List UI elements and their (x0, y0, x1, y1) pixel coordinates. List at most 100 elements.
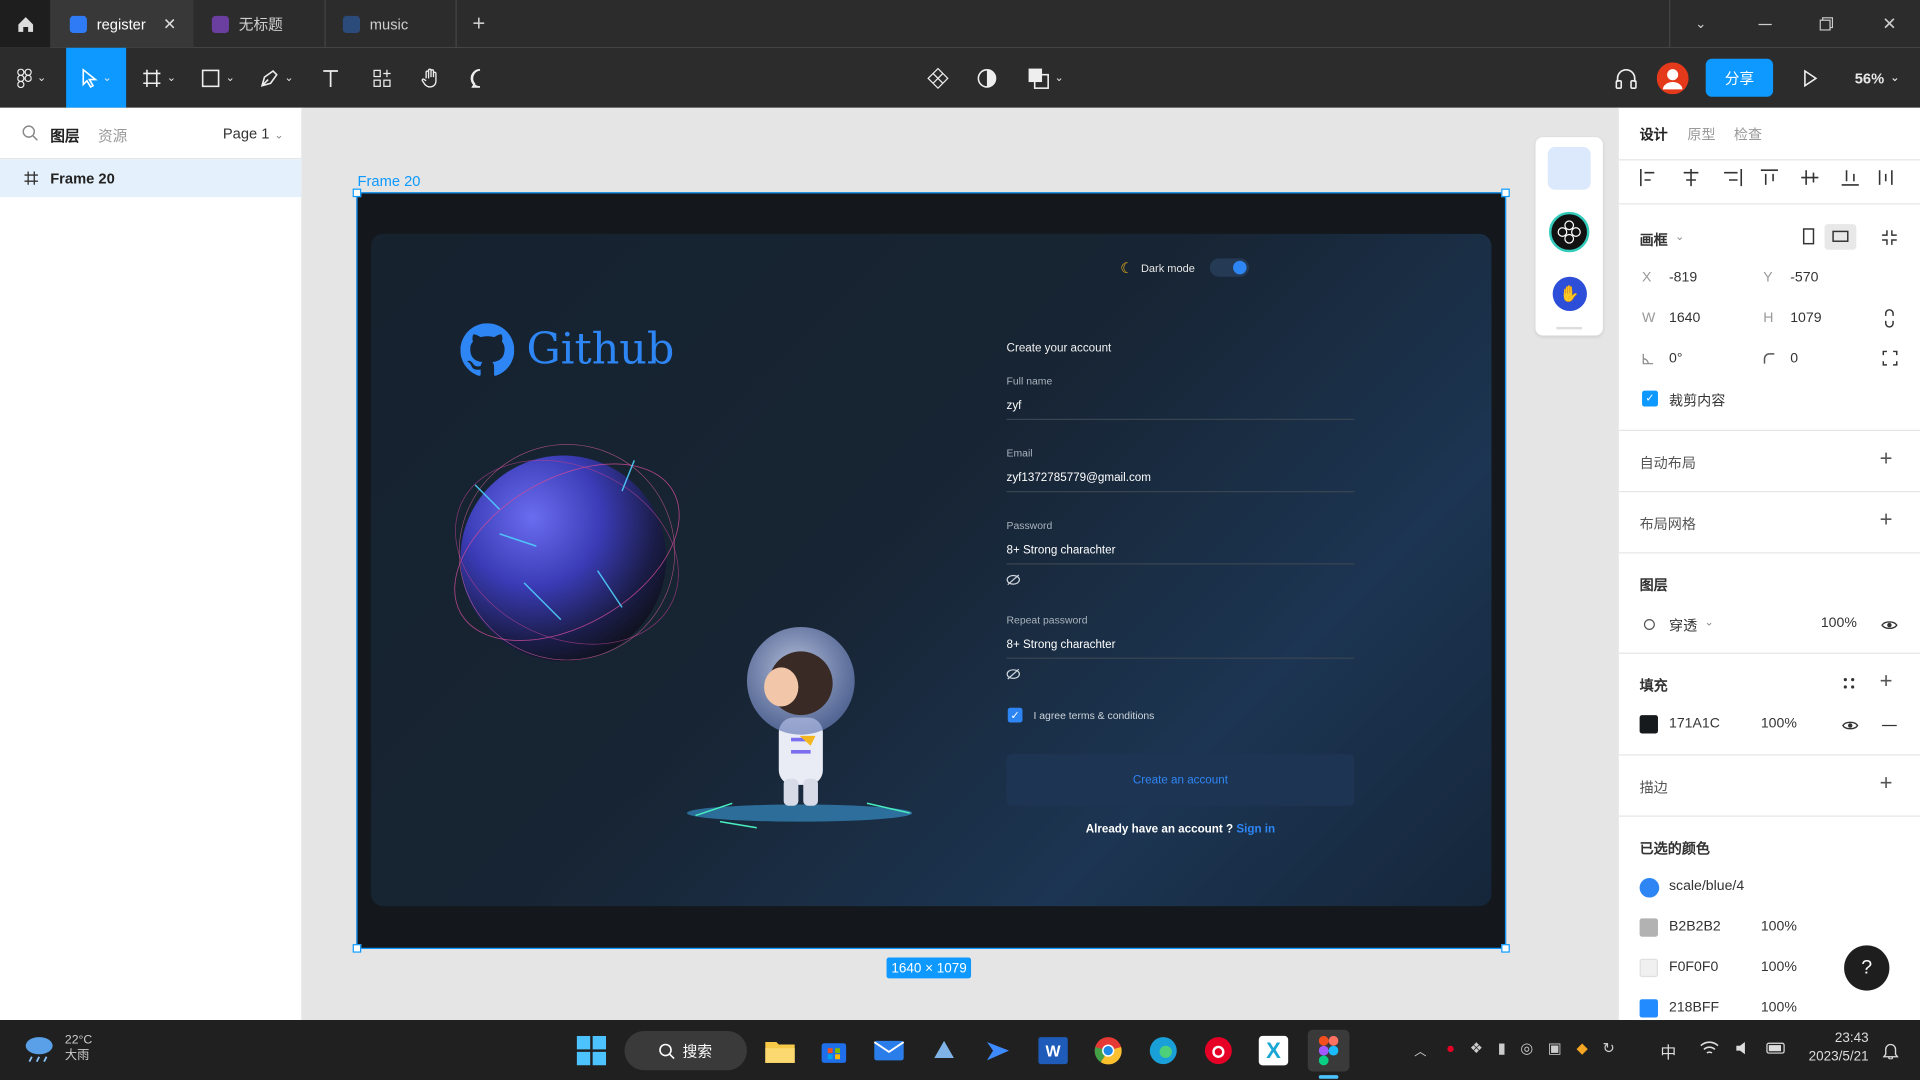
clip-content-checkbox[interactable]: ✓ (1642, 390, 1658, 407)
main-menu-button[interactable]: ⌄ (7, 48, 56, 108)
tab-prototype[interactable]: 原型 (1687, 125, 1715, 145)
sync-tray-icon[interactable]: ↻ (1602, 1040, 1614, 1057)
dark-mode-toggle[interactable]: ☾ Dark mode (1120, 258, 1249, 277)
w-input[interactable]: 1640 (1669, 311, 1700, 326)
eye-off-icon[interactable] (1006, 574, 1021, 586)
sign-in-link[interactable]: Sign in (1236, 823, 1275, 836)
help-button[interactable]: ? (1844, 945, 1890, 991)
boolean-button[interactable]: ⌄ (1021, 48, 1070, 108)
selected-color-name[interactable]: F0F0F0 (1669, 960, 1718, 975)
x-input[interactable]: -819 (1669, 271, 1697, 286)
eye-icon[interactable] (1842, 720, 1859, 731)
tab-music[interactable]: music (324, 0, 455, 48)
edge-icon[interactable] (1142, 1030, 1184, 1072)
create-account-button[interactable]: Create an account (1006, 754, 1355, 806)
blend-mode-select[interactable]: 穿透 (1669, 616, 1697, 636)
present-button[interactable] (1793, 48, 1827, 108)
zoom-control[interactable]: 56% ⌄ (1847, 48, 1908, 108)
color-swatch-gray[interactable] (1639, 918, 1658, 937)
feishu-icon[interactable] (977, 1030, 1019, 1072)
add-auto-layout-icon[interactable]: + (1880, 446, 1893, 472)
minimize-icon[interactable] (1749, 0, 1781, 48)
color-swatch-light[interactable] (1639, 958, 1658, 978)
xmind-icon[interactable]: X (1253, 1030, 1295, 1072)
chrome-icon[interactable] (1087, 1030, 1129, 1072)
email-input[interactable]: zyf1372785779@gmail.com (1007, 471, 1151, 484)
file-explorer-icon[interactable] (759, 1030, 801, 1072)
avatar[interactable] (1654, 48, 1691, 108)
color-swatch-bright-blue[interactable] (1639, 999, 1658, 1018)
audio-button[interactable] (1607, 48, 1646, 108)
epic-tray-icon[interactable]: ▣ (1548, 1040, 1562, 1057)
plugin-thumbnail[interactable] (1547, 146, 1591, 190)
app-icon[interactable] (923, 1030, 965, 1072)
landscape-button[interactable] (1824, 224, 1857, 250)
chevron-down-icon[interactable]: ⌄ (1685, 0, 1717, 48)
y-input[interactable]: -570 (1790, 271, 1818, 286)
page-selector[interactable]: Page 1 ⌄ (223, 125, 284, 142)
frame-title[interactable]: Frame 20 (358, 173, 421, 190)
comment-tool[interactable] (460, 48, 499, 108)
weather-widget[interactable]: 22°C 大雨 (22, 1032, 92, 1064)
pen-tool[interactable]: ⌄ (252, 48, 301, 108)
figma-tray-icon[interactable]: ❖ (1470, 1040, 1483, 1057)
toggle-switch[interactable] (1209, 258, 1249, 277)
eye-off-icon[interactable] (1006, 668, 1021, 680)
fill-hex-input[interactable]: 171A1C (1669, 716, 1720, 731)
ime-indicator[interactable]: 中 (1660, 1040, 1676, 1063)
word-icon[interactable]: W (1032, 1030, 1074, 1072)
new-tab-icon[interactable]: + (463, 0, 495, 48)
share-button[interactable]: 分享 (1705, 58, 1774, 97)
portrait-icon[interactable] (1802, 228, 1815, 245)
canvas[interactable]: Frame 20 ☾ Dark mode Github Create your … (302, 107, 1618, 1021)
search-icon[interactable] (22, 125, 38, 141)
resize-handle[interactable] (1501, 944, 1510, 953)
home-button[interactable] (0, 0, 51, 48)
frame-20[interactable]: ☾ Dark mode Github Create your account F… (352, 188, 1510, 953)
create-component-button[interactable] (918, 48, 957, 108)
full-name-input[interactable]: zyf (1007, 399, 1022, 412)
independent-corners-icon[interactable] (1882, 350, 1898, 366)
password-input[interactable]: 8+ Strong charachter (1007, 544, 1116, 557)
frame-section-label[interactable]: 画框 (1640, 230, 1668, 250)
style-grid-icon[interactable] (1843, 677, 1855, 689)
notification-bell-icon[interactable] (1882, 1041, 1899, 1060)
tab-design[interactable]: 设计 (1640, 125, 1668, 145)
shield-tray-icon[interactable]: ◆ (1576, 1040, 1587, 1057)
selected-color-name[interactable]: B2B2B2 (1669, 920, 1721, 935)
resize-handle[interactable] (1501, 188, 1510, 198)
eye-icon[interactable] (1881, 620, 1898, 631)
tab-untitled[interactable]: 无标题 (193, 0, 324, 48)
tab-assets[interactable]: 资源 (98, 125, 127, 146)
add-stroke-icon[interactable]: + (1880, 770, 1893, 796)
h-input[interactable]: 1079 (1790, 311, 1821, 326)
fill-opacity-input[interactable]: 100% (1761, 716, 1797, 731)
figma-app-icon[interactable] (1307, 1029, 1350, 1072)
netease-tray-icon[interactable]: ● (1446, 1040, 1455, 1057)
tab-register[interactable]: register ✕ (50, 0, 194, 48)
tab-inspect[interactable]: 检查 (1734, 125, 1762, 145)
plugin-hand-icon[interactable]: ✋ (1552, 276, 1587, 312)
layer-row-frame-20[interactable]: Frame 20 (0, 159, 302, 198)
terms-checkbox-row[interactable]: ✓ I agree terms & conditions (1007, 707, 1154, 723)
add-fill-icon[interactable]: + (1880, 669, 1893, 695)
hand-tool[interactable] (411, 48, 450, 108)
selected-color-name[interactable]: scale/blue/4 (1669, 879, 1744, 894)
close-tab-icon[interactable]: ✕ (163, 14, 176, 34)
constrain-proportions-icon[interactable] (1883, 309, 1895, 329)
tab-layers[interactable]: 图层 (50, 125, 79, 146)
check-icon[interactable]: ✓ (1007, 707, 1023, 723)
screenshot-tray-icon[interactable]: ◎ (1520, 1040, 1533, 1057)
color-swatch-blue[interactable] (1639, 877, 1660, 898)
radius-input[interactable]: 0 (1790, 351, 1798, 366)
add-layout-grid-icon[interactable]: + (1880, 507, 1893, 533)
selected-color-name[interactable]: 218BFF (1669, 1000, 1719, 1015)
close-window-icon[interactable]: ✕ (1873, 0, 1905, 48)
remove-fill-icon[interactable] (1882, 724, 1897, 727)
mask-button[interactable] (967, 48, 1006, 108)
move-tool[interactable]: ⌄ (66, 47, 127, 108)
start-button[interactable] (571, 1030, 613, 1072)
fit-icon[interactable] (1881, 229, 1898, 246)
store-icon[interactable] (813, 1030, 855, 1072)
netease-music-icon[interactable] (1198, 1030, 1240, 1072)
